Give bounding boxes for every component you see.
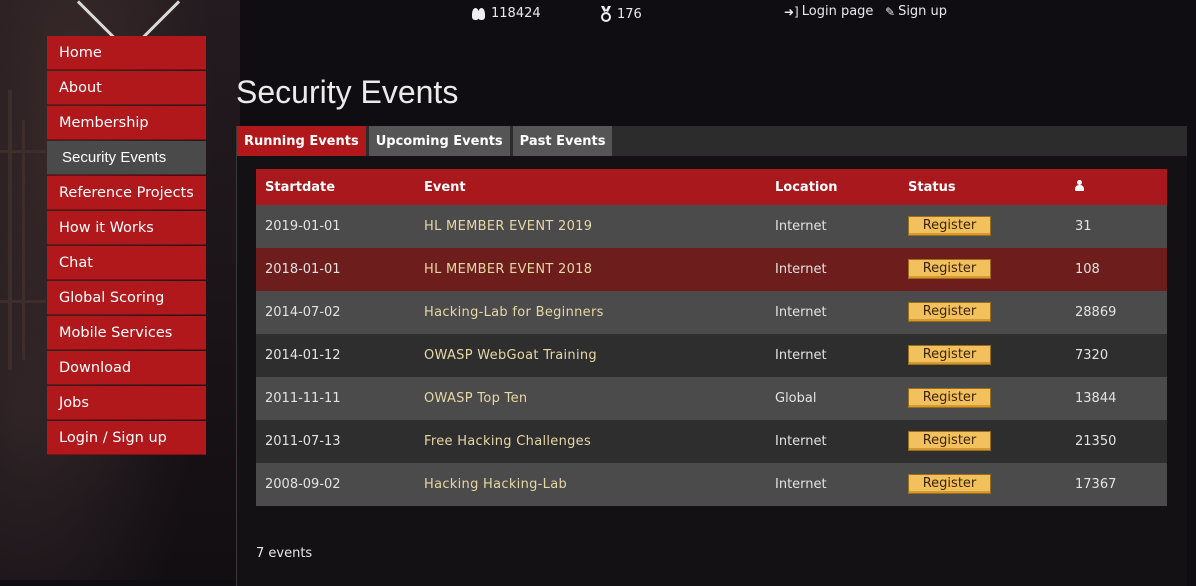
header-event[interactable]: Event [424, 169, 775, 205]
table-row: 2018-01-01 HL MEMBER EVENT 2018 Internet… [256, 248, 1167, 291]
header-participants[interactable] [1075, 169, 1167, 205]
register-button[interactable]: Register [908, 387, 991, 408]
sidebar-item-mobile-services[interactable]: Mobile Services [47, 316, 206, 350]
cell-location: Internet [775, 291, 908, 334]
cell-startdate: 2008-09-02 [256, 463, 424, 506]
tab-past-events[interactable]: Past Events [512, 126, 613, 156]
cell-participants: 108 [1075, 248, 1167, 291]
sidebar-item-jobs[interactable]: Jobs [47, 386, 206, 420]
events-count: 7 events [256, 546, 313, 561]
event-link[interactable]: Free Hacking Challenges [424, 434, 591, 449]
events-panel: Running Events Upcoming Events Past Even… [236, 126, 1187, 586]
sidebar-nav: Home About Membership Security Events Re… [47, 36, 206, 456]
register-button[interactable]: Register [908, 258, 991, 279]
login-page-label: Login page [801, 4, 874, 19]
cell-location: Internet [775, 420, 908, 463]
cell-startdate: 2019-01-01 [256, 205, 424, 248]
cell-startdate: 2011-11-11 [256, 377, 424, 420]
pencil-icon: ✎ [885, 4, 896, 19]
sidebar-item-security-events[interactable]: Security Events [47, 141, 206, 175]
cell-participants: 13844 [1075, 377, 1167, 420]
event-link[interactable]: HL MEMBER EVENT 2019 [424, 219, 592, 234]
cell-startdate: 2011-07-13 [256, 420, 424, 463]
table-row: 2019-01-01 HL MEMBER EVENT 2019 Internet… [256, 205, 1167, 248]
register-button[interactable]: Register [908, 430, 991, 451]
cell-location: Internet [775, 334, 908, 377]
login-icon: ➜] [784, 4, 799, 19]
members-stat: 118424 [470, 6, 541, 21]
sidebar-item-reference-projects[interactable]: Reference Projects [47, 176, 206, 210]
members-count: 118424 [491, 6, 541, 21]
cell-participants: 7320 [1075, 334, 1167, 377]
signup-link[interactable]: ✎ Sign up [885, 4, 947, 19]
medal-icon [601, 6, 611, 22]
cell-startdate: 2014-01-12 [256, 334, 424, 377]
table-row: 2014-01-12 OWASP WebGoat Training Intern… [256, 334, 1167, 377]
header-status[interactable]: Status [908, 169, 1075, 205]
tab-upcoming-events[interactable]: Upcoming Events [368, 126, 510, 156]
event-link[interactable]: Hacking-Lab for Beginners [424, 305, 604, 320]
header-location[interactable]: Location [775, 169, 908, 205]
cell-participants: 28869 [1075, 291, 1167, 334]
sidebar-item-login-signup[interactable]: Login / Sign up [47, 421, 206, 455]
cell-location: Internet [775, 463, 908, 506]
cell-participants: 21350 [1075, 420, 1167, 463]
sidebar-item-about[interactable]: About [47, 71, 206, 105]
sidebar-item-home[interactable]: Home [47, 36, 206, 70]
users-icon [470, 7, 487, 20]
event-tabs: Running Events Upcoming Events Past Even… [237, 126, 1187, 156]
table-row: 2008-09-02 Hacking Hacking-Lab Internet … [256, 463, 1167, 506]
event-link[interactable]: OWASP WebGoat Training [424, 348, 597, 363]
sidebar-item-how-it-works[interactable]: How it Works [47, 211, 206, 245]
tab-running-events[interactable]: Running Events [237, 126, 366, 156]
events-table: Startdate Event Location Status 2019-01-… [256, 169, 1167, 506]
sidebar-item-membership[interactable]: Membership [47, 106, 206, 140]
cell-participants: 17367 [1075, 463, 1167, 506]
signup-label: Sign up [898, 4, 948, 19]
table-row: 2011-07-13 Free Hacking Challenges Inter… [256, 420, 1167, 463]
register-button[interactable]: Register [908, 301, 991, 322]
table-row: 2014-07-02 Hacking-Lab for Beginners Int… [256, 291, 1167, 334]
cell-location: Internet [775, 205, 908, 248]
awards-stat: 176 [599, 6, 642, 22]
cell-participants: 31 [1075, 205, 1167, 248]
cell-startdate: 2014-07-02 [256, 291, 424, 334]
person-icon [1075, 179, 1084, 191]
sidebar-item-global-scoring[interactable]: Global Scoring [47, 281, 206, 315]
sidebar-item-download[interactable]: Download [47, 351, 206, 385]
event-link[interactable]: HL MEMBER EVENT 2018 [424, 262, 592, 277]
register-button[interactable]: Register [908, 473, 991, 494]
event-link[interactable]: Hacking Hacking-Lab [424, 477, 567, 492]
cell-location: Global [775, 377, 908, 420]
register-button[interactable]: Register [908, 344, 991, 365]
cell-startdate: 2018-01-01 [256, 248, 424, 291]
cell-location: Internet [775, 248, 908, 291]
table-row: 2011-11-11 OWASP Top Ten Global Register… [256, 377, 1167, 420]
login-page-link[interactable]: ➜] Login page [784, 4, 873, 19]
table-header-row: Startdate Event Location Status [256, 169, 1167, 205]
sidebar-item-chat[interactable]: Chat [47, 246, 206, 280]
register-button[interactable]: Register [908, 215, 991, 236]
awards-count: 176 [617, 6, 642, 22]
event-link[interactable]: OWASP Top Ten [424, 391, 527, 406]
header-startdate[interactable]: Startdate [256, 169, 424, 205]
page-title: Security Events [236, 74, 459, 110]
